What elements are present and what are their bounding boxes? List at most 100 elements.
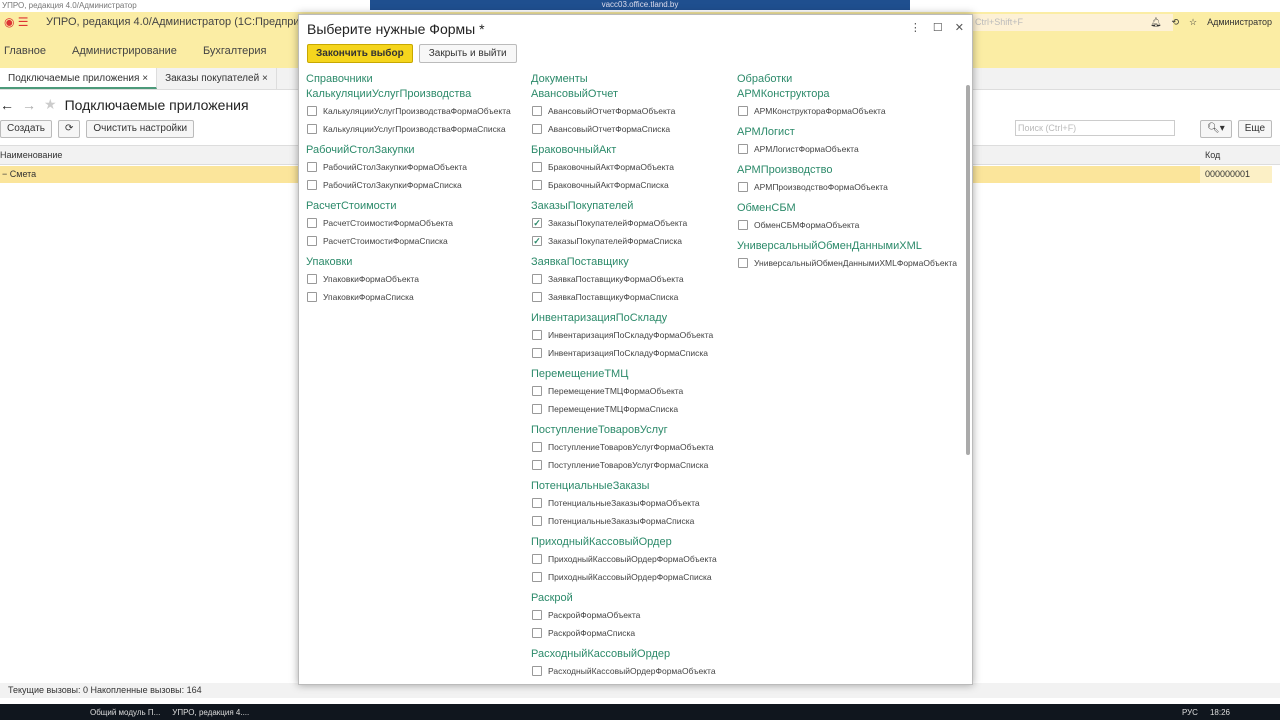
user-name[interactable]: Администратор	[1207, 12, 1272, 33]
form-checkbox-item[interactable]: УниверсальныйОбменДаннымиXMLФормаОбъекта	[737, 254, 957, 272]
taskbar-item[interactable]: Общий модуль П...	[90, 708, 160, 717]
checkbox[interactable]	[532, 162, 542, 172]
more-button[interactable]: Еще	[1237, 120, 1273, 138]
checkbox[interactable]	[307, 274, 317, 284]
checkbox[interactable]	[532, 386, 542, 396]
checkbox[interactable]	[532, 274, 542, 284]
form-checkbox-item[interactable]: РабочийСтолЗакупкиФормаОбъекта	[306, 158, 511, 176]
form-checkbox-item[interactable]: БраковочныйАктФормаСписка	[531, 176, 717, 194]
form-checkbox-item[interactable]: ИнвентаризацияПоСкладуФормаСписка	[531, 344, 717, 362]
checkbox[interactable]	[532, 124, 542, 134]
back-icon[interactable]: ←	[0, 97, 14, 113]
form-checkbox-item[interactable]: РасчетСтоимостиФормаОбъекта	[306, 214, 511, 232]
form-checkbox-item[interactable]: РабочийСтолЗакупкиФормаСписка	[306, 176, 511, 194]
checkbox[interactable]	[738, 144, 748, 154]
form-checkbox-item[interactable]: ПотенциальныеЗаказыФормаОбъекта	[531, 494, 717, 512]
checkbox-checked[interactable]: ✓	[532, 218, 542, 228]
checkbox[interactable]	[307, 124, 317, 134]
tab-orders[interactable]: Заказы покупателей ×	[157, 68, 277, 89]
create-button[interactable]: Создать	[0, 120, 53, 138]
close-icon[interactable]: ✕	[955, 21, 964, 34]
search-input[interactable]: Поиск (Ctrl+F)	[1015, 120, 1175, 136]
checkbox[interactable]	[532, 554, 542, 564]
form-checkbox-item[interactable]: ПоступлениеТоваровУслугФормаОбъекта	[531, 438, 717, 456]
form-checkbox-item[interactable]: ИнвентаризацияПоСкладуФормаОбъекта	[531, 326, 717, 344]
finish-selection-button[interactable]: Закончить выбор	[307, 44, 413, 63]
form-checkbox-item[interactable]: РаскройФормаСписка	[531, 624, 717, 642]
forward-icon[interactable]: →	[22, 97, 36, 113]
section-accounting[interactable]: Бухгалтерия	[203, 45, 267, 57]
form-checkbox-item[interactable]: ПотенциальныеЗаказыФормаСписка	[531, 512, 717, 530]
form-checkbox-item[interactable]: ПриходныйКассовыйОрдерФормаОбъекта	[531, 550, 717, 568]
checkbox[interactable]	[307, 162, 317, 172]
checkbox[interactable]	[738, 182, 748, 192]
form-checkbox-item[interactable]: ЗаявкаПоставщикуФормаОбъекта	[531, 270, 717, 288]
form-checkbox-item[interactable]: ✓ ЗаказыПокупателейФормаОбъекта	[531, 214, 717, 232]
checkbox[interactable]	[532, 666, 542, 676]
form-checkbox-item[interactable]: УпаковкиФормаОбъекта	[306, 270, 511, 288]
form-checkbox-item[interactable]: АвансовыйОтчетФормаСписка	[531, 120, 717, 138]
checkbox[interactable]	[307, 236, 317, 246]
bell-icon[interactable]: 🔔︎	[1150, 12, 1161, 33]
clear-settings-button[interactable]: Очистить настройки	[86, 120, 195, 138]
lang[interactable]: РУС	[1182, 708, 1198, 717]
checkbox[interactable]	[532, 628, 542, 638]
form-checkbox-item[interactable]: РасчетСтоимостиФормаСписка	[306, 232, 511, 250]
scrollbar[interactable]	[966, 85, 970, 455]
checkbox[interactable]	[532, 442, 542, 452]
checkbox[interactable]	[532, 610, 542, 620]
form-checkbox-item[interactable]: АРМЛогистФормаОбъекта	[737, 140, 957, 158]
form-checkbox-item[interactable]: АРМПроизводствоФормаОбъекта	[737, 178, 957, 196]
form-checkbox-item[interactable]: ПриходныйКассовыйОрдерФормаСписка	[531, 568, 717, 586]
form-checkbox-item[interactable]: КалькуляцииУслугПроизводстваФормаОбъекта	[306, 102, 511, 120]
form-checkbox-item[interactable]: УпаковкиФормаСписка	[306, 288, 511, 306]
checkbox[interactable]	[307, 292, 317, 302]
form-checkbox-item[interactable]: ПоступлениеТоваровУслугФормаСписка	[531, 456, 717, 474]
checkbox[interactable]	[532, 516, 542, 526]
col-name[interactable]: Наименование	[0, 150, 62, 160]
more-icon[interactable]: ⋮	[910, 21, 921, 34]
taskbar-item[interactable]: УПРО, редакция 4....	[172, 708, 249, 717]
checkbox[interactable]	[307, 180, 317, 190]
form-checkbox-item[interactable]: РаскройФормаОбъекта	[531, 606, 717, 624]
checkbox-checked[interactable]: ✓	[532, 236, 542, 246]
code-cell[interactable]: 000000001	[1200, 166, 1272, 183]
form-checkbox-item[interactable]: ✓ ЗаказыПокупателейФормаСписка	[531, 232, 717, 250]
close-and-exit-button[interactable]: Закрыть и выйти	[418, 44, 517, 63]
form-checkbox-item[interactable]: АРМКонструктораФормаОбъекта	[737, 102, 957, 120]
star-icon[interactable]: ☆	[1189, 12, 1197, 33]
refresh-button[interactable]: ⟳	[58, 120, 81, 138]
search-button[interactable]: 🔍︎▾	[1200, 120, 1232, 138]
checkbox[interactable]	[532, 180, 542, 190]
checkbox[interactable]	[532, 460, 542, 470]
form-checkbox-item[interactable]: ПеремещениеТМЦФормаОбъекта	[531, 382, 717, 400]
checkbox-label: АвансовыйОтчетФормаСписка	[548, 124, 671, 134]
checkbox[interactable]	[738, 106, 748, 116]
checkbox[interactable]	[532, 404, 542, 414]
favorite-icon[interactable]: ★	[44, 96, 57, 113]
checkbox[interactable]	[738, 258, 748, 268]
maximize-icon[interactable]: ☐	[933, 21, 943, 34]
checkbox[interactable]	[532, 330, 542, 340]
form-checkbox-item[interactable]: ОбменСБМФормаОбъекта	[737, 216, 957, 234]
checkbox[interactable]	[307, 218, 317, 228]
section-main[interactable]: Главное	[4, 45, 46, 57]
checkbox[interactable]	[532, 572, 542, 582]
section-admin[interactable]: Администрирование	[72, 45, 177, 57]
form-checkbox-item[interactable]: КалькуляцииУслугПроизводстваФормаСписка	[306, 120, 511, 138]
form-checkbox-item[interactable]: ПеремещениеТМЦФормаСписка	[531, 400, 717, 418]
global-search[interactable]: Ctrl+Shift+F	[973, 14, 1173, 31]
checkbox[interactable]	[532, 292, 542, 302]
form-checkbox-item[interactable]: БраковочныйАктФормаОбъекта	[531, 158, 717, 176]
tab-plugins[interactable]: Подключаемые приложения ×	[0, 68, 158, 89]
checkbox[interactable]	[532, 106, 542, 116]
form-checkbox-item[interactable]: АвансовыйОтчетФормаОбъекта	[531, 102, 717, 120]
col-code[interactable]: Код	[1205, 146, 1220, 164]
history-icon[interactable]: ⟲	[1171, 12, 1179, 33]
checkbox[interactable]	[532, 348, 542, 358]
form-checkbox-item[interactable]: ЗаявкаПоставщикуФормаСписка	[531, 288, 717, 306]
form-checkbox-item[interactable]: РасходныйКассовыйОрдерФормаОбъекта	[531, 662, 717, 680]
checkbox[interactable]	[532, 498, 542, 508]
checkbox[interactable]	[307, 106, 317, 116]
checkbox[interactable]	[738, 220, 748, 230]
